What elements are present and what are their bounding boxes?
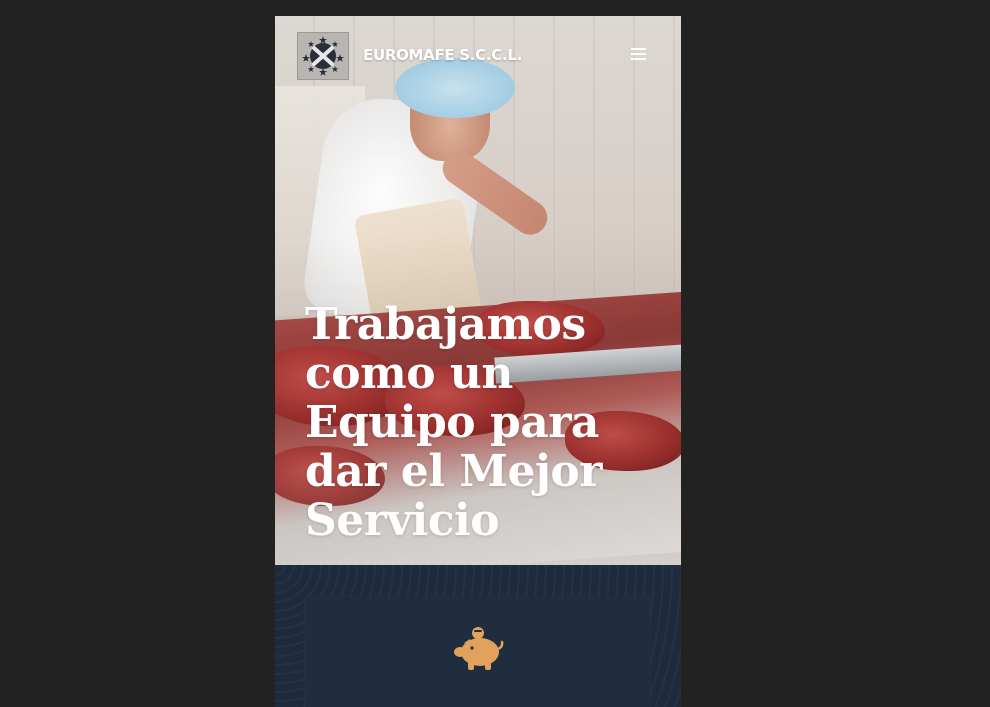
piggy-bank-icon <box>454 627 504 670</box>
brand-name[interactable]: EUROMAFE S.C.C.L. <box>363 46 522 64</box>
features-section <box>275 565 681 707</box>
logo[interactable] <box>297 32 349 80</box>
hero-section: Trabajamos como un Equipo para dar el Me… <box>275 16 681 565</box>
hero-title: Trabajamos como un Equipo para dar el Me… <box>305 299 602 546</box>
mobile-viewport: Trabajamos como un Equipo para dar el Me… <box>275 16 681 707</box>
euromafe-logo-icon <box>298 33 348 79</box>
hamburger-menu-icon[interactable] <box>630 48 648 62</box>
feature-card <box>305 597 650 707</box>
site-header: EUROMAFE S.C.C.L. <box>275 16 681 96</box>
